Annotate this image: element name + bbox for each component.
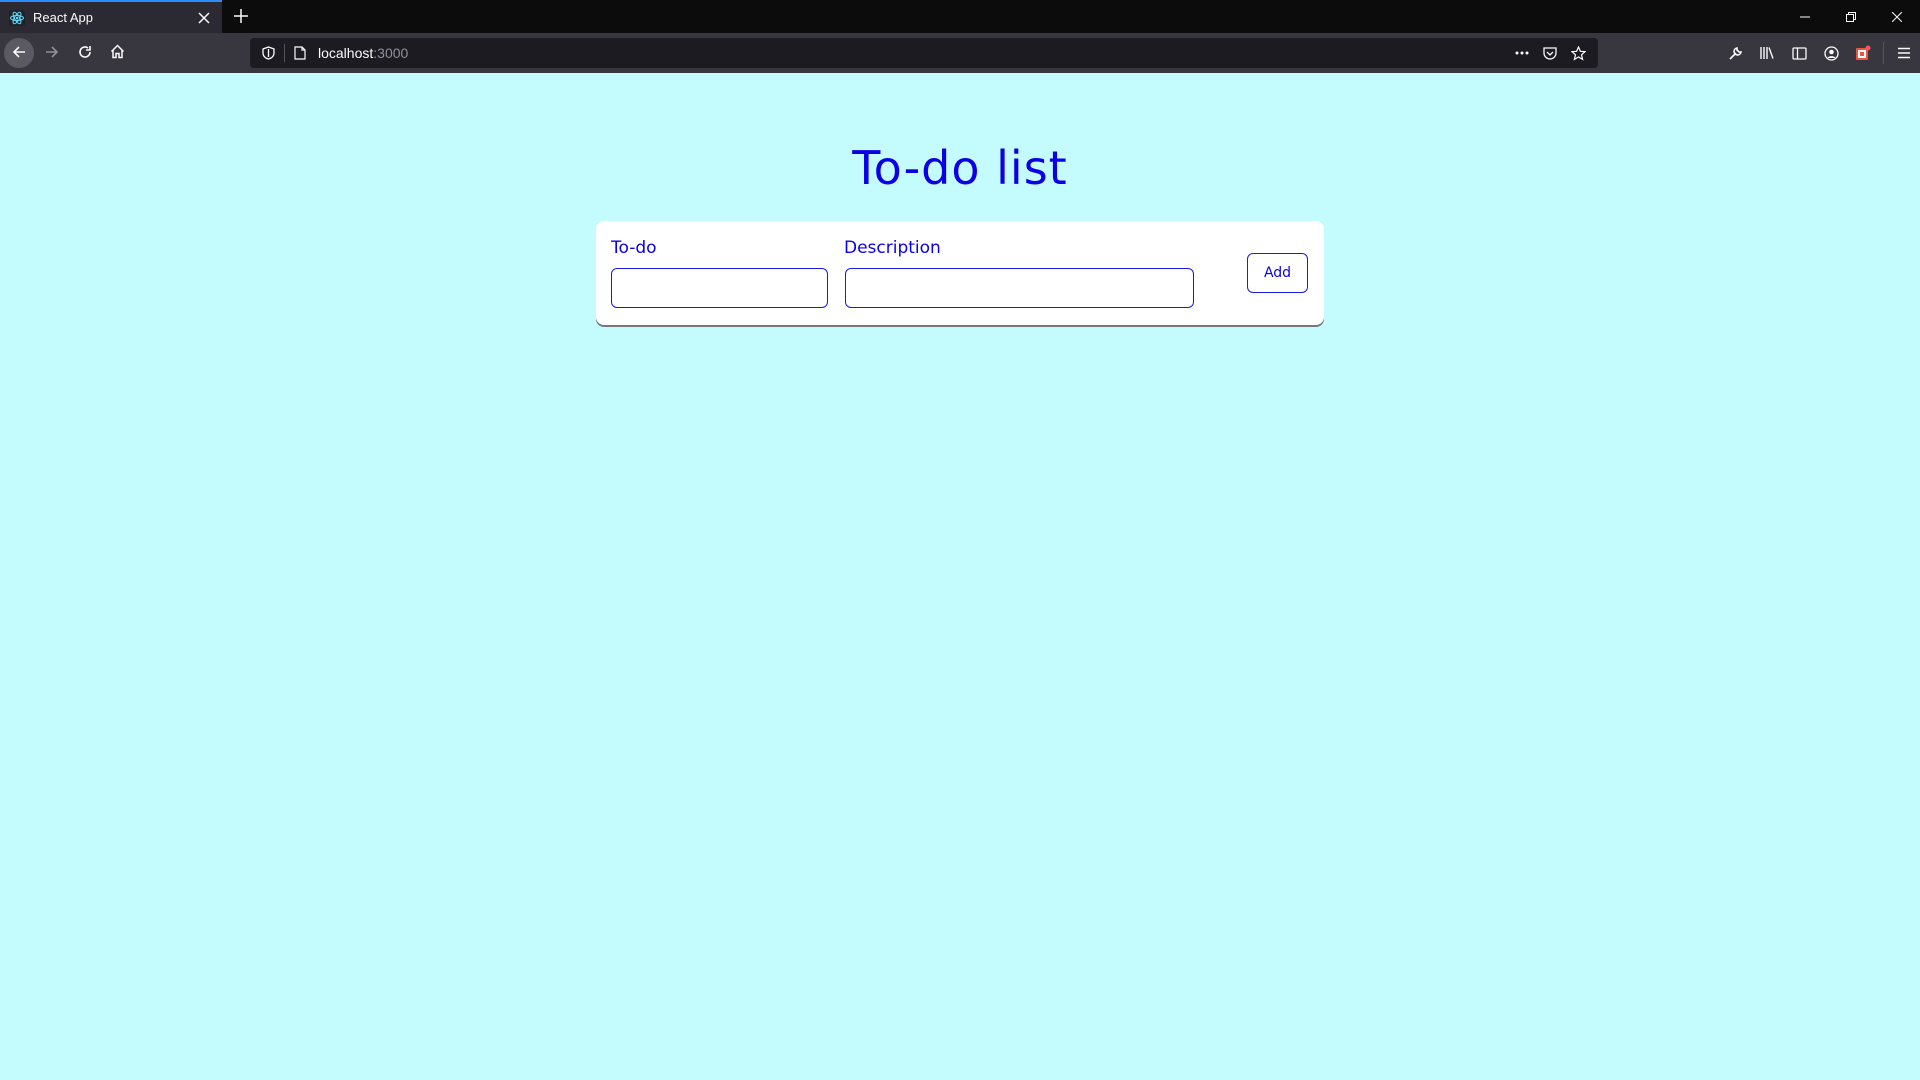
tab-strip: React App [0, 0, 1920, 33]
page-viewport: To-do list To-do Description Add [0, 73, 1920, 1080]
minimize-icon [1800, 7, 1810, 26]
sidebar-icon[interactable] [1783, 38, 1815, 68]
forward-button[interactable] [37, 38, 67, 68]
restore-icon [1846, 7, 1856, 26]
home-icon [110, 43, 125, 63]
back-button[interactable] [4, 38, 34, 68]
url-port: :3000 [373, 45, 409, 61]
description-label: Description [844, 238, 941, 258]
react-icon [8, 9, 26, 27]
library-icon[interactable] [1751, 38, 1783, 68]
close-icon [1891, 7, 1903, 26]
extension-icon[interactable] [1847, 38, 1879, 68]
todo-input[interactable] [611, 268, 828, 308]
url-actions [1508, 41, 1592, 65]
restore-button[interactable] [1828, 0, 1874, 33]
minimize-button[interactable] [1782, 0, 1828, 33]
window-controls [1782, 0, 1920, 33]
add-button[interactable]: Add [1247, 253, 1308, 293]
address-bar[interactable]: localhost:3000 [250, 38, 1598, 68]
todo-form-card: To-do Description Add [596, 221, 1324, 325]
url-host: localhost [318, 45, 374, 61]
reload-icon [78, 44, 92, 63]
page-title: To-do list [852, 141, 1068, 195]
close-window-button[interactable] [1874, 0, 1920, 33]
toolbar-divider [1883, 42, 1884, 64]
plus-icon [234, 8, 248, 27]
more-icon[interactable] [1508, 41, 1536, 65]
page-icon[interactable] [291, 44, 309, 62]
url-divider [284, 44, 285, 62]
tab-react-app[interactable]: React App [0, 0, 222, 33]
pocket-icon[interactable] [1536, 41, 1564, 65]
account-icon[interactable] [1815, 38, 1847, 68]
todo-label: To-do [611, 238, 657, 258]
reload-button[interactable] [70, 38, 100, 68]
arrow-right-icon [45, 44, 59, 63]
menu-icon[interactable] [1888, 38, 1920, 68]
toolbar-right [1719, 38, 1920, 68]
close-tab-icon[interactable] [192, 6, 216, 30]
star-icon[interactable] [1564, 41, 1592, 65]
wrench-icon[interactable] [1719, 38, 1751, 68]
arrow-left-icon [12, 44, 26, 63]
navigation-toolbar: localhost:3000 [0, 33, 1920, 73]
home-button[interactable] [102, 38, 132, 68]
description-input[interactable] [845, 268, 1194, 308]
new-tab-button[interactable] [228, 4, 254, 30]
tab-title: React App [33, 10, 93, 25]
url-text[interactable]: localhost:3000 [318, 45, 1508, 61]
shield-icon[interactable] [258, 43, 278, 63]
